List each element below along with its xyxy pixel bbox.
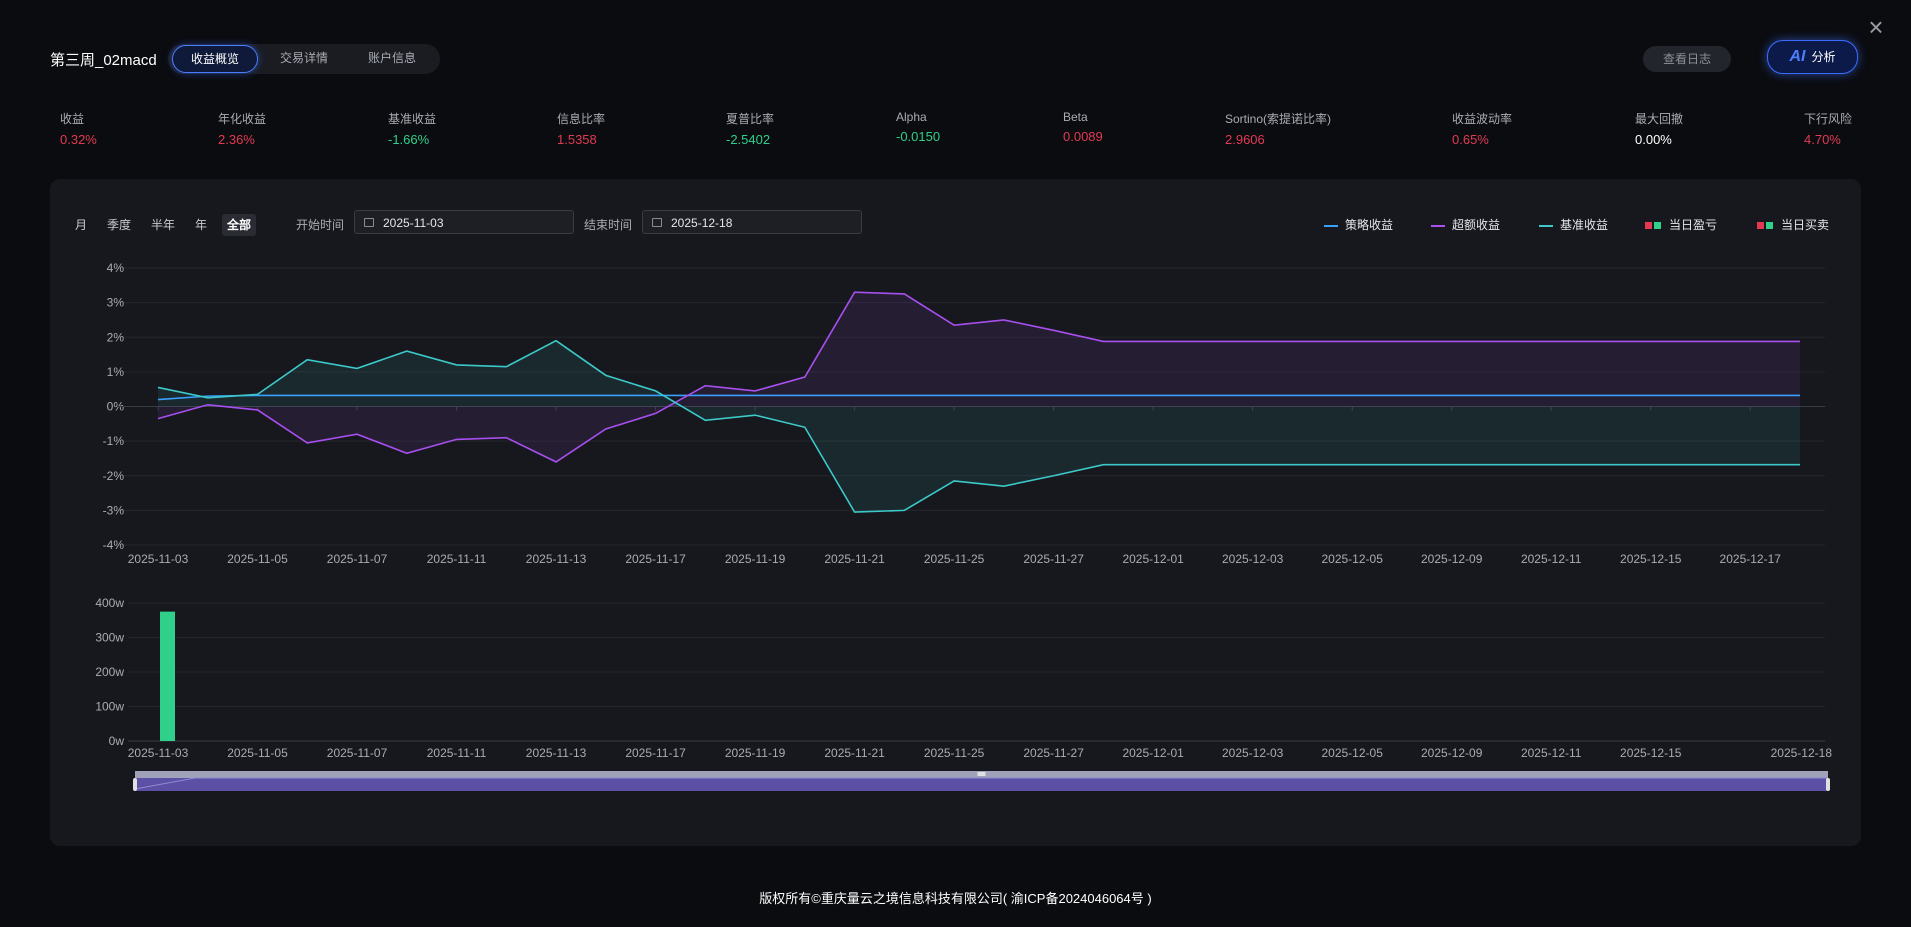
- x-tick-label: 2025-12-05: [1321, 552, 1383, 566]
- x-tick-label: 2025-11-11: [427, 746, 487, 760]
- x-tick-label: 2025-11-03: [128, 746, 189, 760]
- returns-chart: 4%3%2%1%0%-1%-2%-3%-4%2025-11-03 2025-11-…: [95, 261, 1833, 791]
- y-tick-label: 3%: [107, 296, 125, 310]
- slider-left-handle: [133, 778, 137, 791]
- x-tick-label: 2025-12-03: [1222, 552, 1284, 566]
- y-tick-label: -4%: [103, 538, 125, 552]
- x-tick-label: 2025-12-01: [1122, 552, 1184, 566]
- x-tick-label: 2025-11-11: [427, 552, 487, 566]
- y-tick-label: 0w: [109, 734, 125, 748]
- x-tick-label: 2025-11-05: [227, 552, 288, 566]
- x-tick-label: 2025-12-18: [1771, 746, 1833, 760]
- x-tick-label: 2025-11-17: [625, 746, 686, 760]
- slider-right-handle: [1826, 778, 1830, 791]
- x-tick-label: 2025-11-03: [128, 552, 189, 566]
- y-tick-label: 200w: [95, 665, 124, 679]
- x-tick-label: 2025-12-03: [1222, 746, 1284, 760]
- x-tick-label: 2025-12-09: [1421, 746, 1483, 760]
- x-tick-label: 2025-11-19: [725, 746, 786, 760]
- y-tick-label: 100w: [95, 700, 124, 714]
- y-tick-label: 1%: [107, 365, 125, 379]
- x-tick-label: 2025-12-01: [1122, 746, 1184, 760]
- y-tick-label: 4%: [107, 261, 125, 275]
- x-tick-label: 2025-11-25: [924, 552, 985, 566]
- footer-copyright: 版权所有©重庆量云之境信息科技有限公司( 渝ICP备2024046064号 ): [759, 891, 1152, 906]
- x-tick-label: 2025-11-17: [625, 552, 686, 566]
- x-tick-label: 2025-11-21: [824, 746, 885, 760]
- x-tick-label: 2025-11-07: [327, 552, 388, 566]
- x-tick-label: 2025-12-09: [1421, 552, 1483, 566]
- x-tick-label: 2025-11-27: [1023, 746, 1084, 760]
- y-tick-label: -2%: [103, 469, 125, 483]
- y-tick-label: -3%: [103, 503, 125, 517]
- slider-selection: [135, 778, 1828, 791]
- slider-move-handle: [977, 772, 986, 776]
- x-tick-label: 2025-11-07: [327, 746, 388, 760]
- y-tick-label: -1%: [103, 434, 125, 448]
- x-tick-label: 2025-12-17: [1720, 552, 1782, 566]
- x-tick-label: 2025-11-19: [725, 552, 786, 566]
- y-tick-label: 300w: [95, 631, 124, 645]
- x-tick-label: 2025-11-05: [227, 746, 288, 760]
- x-tick-label: 2025-11-21: [824, 552, 885, 566]
- y-tick-label: 2%: [107, 330, 125, 344]
- x-tick-label: 2025-11-13: [526, 552, 587, 566]
- x-tick-label: 2025-12-05: [1321, 746, 1383, 760]
- x-tick-label: 2025-12-15: [1620, 552, 1682, 566]
- bar-mark: [160, 611, 175, 741]
- x-tick-label: 2025-11-25: [924, 746, 985, 760]
- y-tick-label: 400w: [95, 596, 124, 610]
- x-tick-label: 2025-12-15: [1620, 746, 1682, 760]
- x-tick-label: 2025-12-11: [1521, 746, 1582, 760]
- x-tick-label: 2025-11-13: [526, 746, 587, 760]
- x-tick-label: 2025-12-11: [1521, 552, 1582, 566]
- x-tick-label: 2025-11-27: [1023, 552, 1084, 566]
